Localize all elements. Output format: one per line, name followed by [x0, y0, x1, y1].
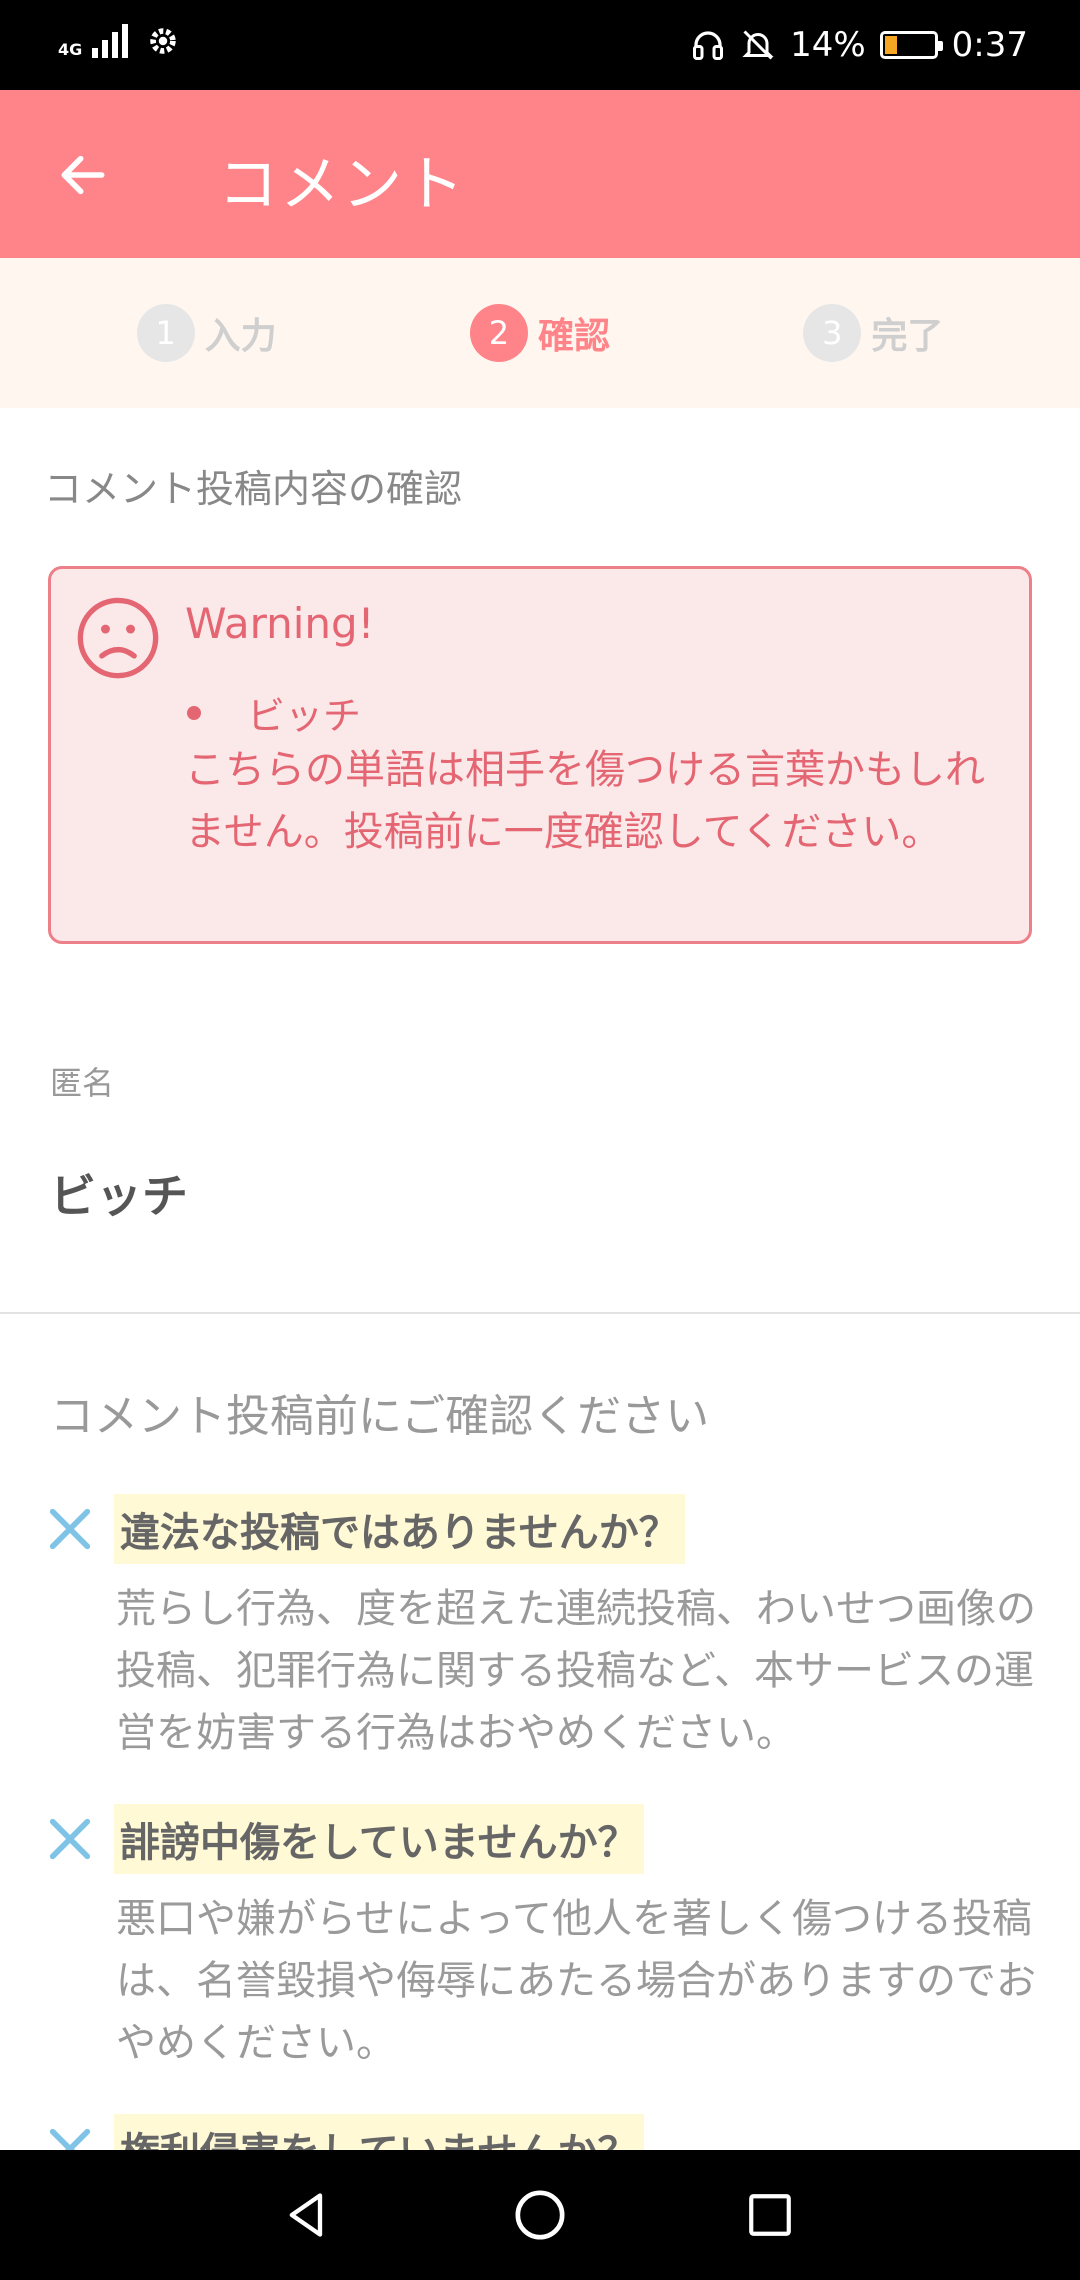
step-number: 2 [469, 304, 528, 362]
checklist-title: コメント投稿前にご確認ください [50, 1391, 710, 1442]
page-title: コメント [218, 150, 466, 220]
settings-icon [150, 28, 177, 54]
x-icon [49, 1508, 91, 1550]
checklist-question: 違法な投稿ではありませんか？ [114, 1494, 685, 1564]
step-label: 入力 [204, 316, 277, 357]
nav-home-button[interactable] [507, 2182, 573, 2248]
system-nav-bar [0, 2150, 1080, 2280]
step-label: 完了 [871, 316, 944, 357]
bullet-icon [187, 705, 201, 720]
checklist-description: 悪口や嫌がらせによって他人を著しく傷つける投稿は、名誉毀損や侮辱にあたる場合があ… [116, 1896, 1036, 2066]
triangle-back-icon [289, 2193, 323, 2237]
warning-message: こちらの単語は相手を傷つける言葉かもしれません。投稿前に一度確認してください。 [185, 747, 985, 855]
checklist-item: 違法な投稿ではありませんか？ 荒らし行為、度を超えた連続投稿、わいせつ画像の投稿… [44, 1494, 1044, 1764]
x-icon [49, 1818, 91, 1860]
section-title: コメント投稿内容の確認 [44, 467, 463, 511]
circle-home-icon [515, 2190, 565, 2240]
square-recents-icon [749, 2194, 791, 2236]
status-bar: 4G 14% 0:37 [0, 0, 1080, 90]
battery-icon [879, 31, 943, 59]
step-number: 3 [803, 304, 862, 362]
app-bar: コメント [0, 90, 1080, 258]
back-button[interactable] [48, 140, 118, 210]
comment-body: ビッチ [50, 1169, 188, 1223]
step-number: 1 [136, 304, 195, 362]
arrow-left-icon [61, 155, 105, 195]
signal-icon [92, 24, 129, 58]
warning-title: Warning! [185, 599, 375, 648]
step-confirm: 2 確認 [469, 304, 610, 362]
warning-word-item: ビッチ [185, 685, 361, 740]
sad-face-icon [77, 597, 159, 679]
network-type: 4G [58, 40, 83, 59]
battery-percent: 14% [790, 25, 866, 65]
warning-word: ビッチ [247, 694, 362, 738]
nav-recents-button[interactable] [737, 2182, 803, 2248]
clock: 0:37 [951, 25, 1028, 65]
checklist-description: 荒らし行為、度を超えた連続投稿、わいせつ画像の投稿、犯罪行為に関する投稿など、本… [116, 1586, 1036, 1756]
progress-steps: 1 入力 2 確認 3 完了 [0, 258, 1080, 408]
step-input: 1 入力 [136, 304, 277, 362]
divider [0, 1312, 1080, 1314]
checklist-question: 誹謗中傷をしていませんか？ [114, 1804, 644, 1874]
author-label: 匿名 [50, 1064, 115, 1102]
warning-box: Warning! ビッチ こちらの単語は相手を傷つける言葉かもしれません。投稿前… [48, 566, 1032, 944]
checklist-item: 誹謗中傷をしていませんか？ 悪口や嫌がらせによって他人を著しく傷つける投稿は、名… [44, 1804, 1044, 2074]
step-complete: 3 完了 [803, 304, 943, 362]
nav-back-button[interactable] [274, 2182, 340, 2248]
step-label: 確認 [537, 316, 610, 357]
headphones-icon [693, 31, 724, 60]
mute-icon [742, 30, 774, 60]
